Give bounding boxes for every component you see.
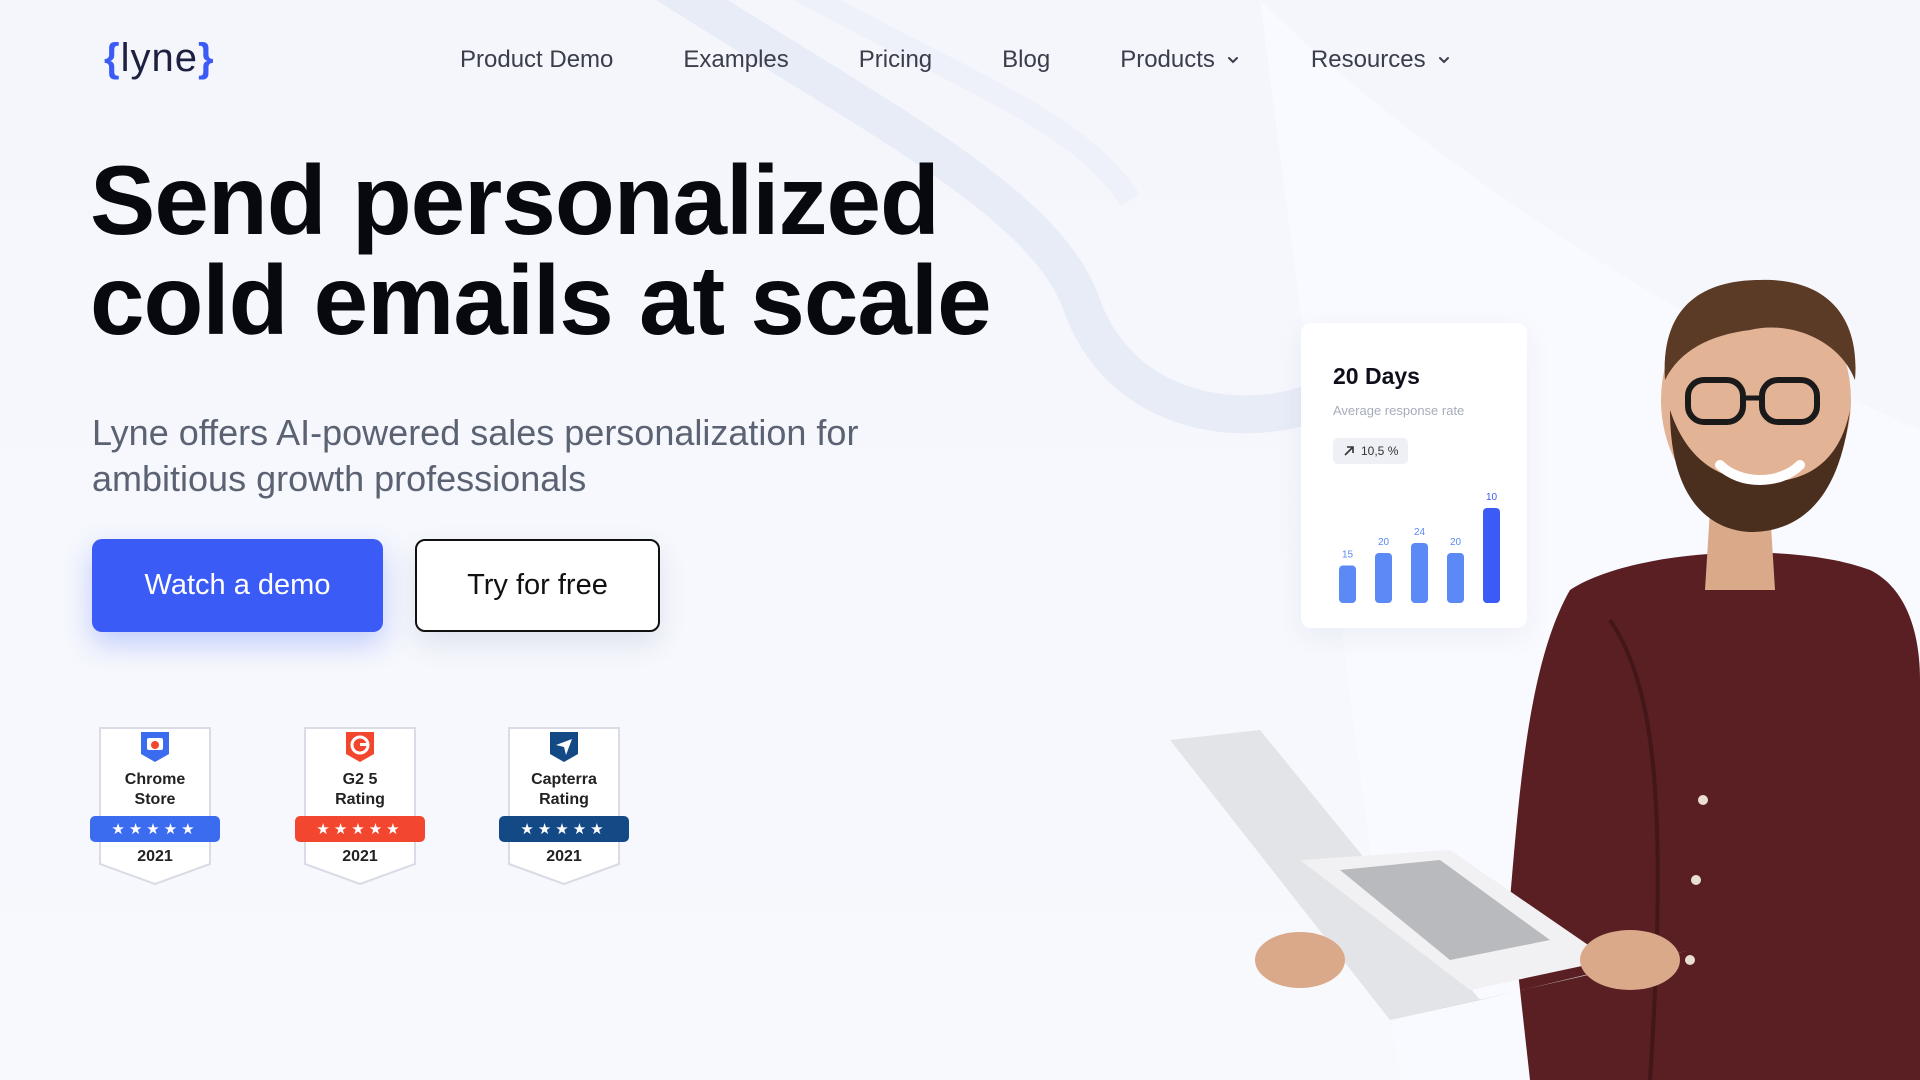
- logo-text: lyne: [120, 36, 198, 80]
- nav-products-dropdown[interactable]: Products: [1120, 46, 1241, 74]
- watch-demo-button[interactable]: Watch a demo: [92, 539, 383, 632]
- badge-title-line: Rating: [539, 791, 589, 808]
- chrome-store-icon: [141, 732, 169, 762]
- headline-line-2: cold emails at scale: [90, 245, 992, 355]
- badge-year: 2021: [546, 848, 582, 865]
- chart-bar: [1483, 508, 1500, 603]
- badge-title-line: G2 5: [342, 771, 378, 788]
- chevron-down-icon: [1227, 57, 1238, 64]
- badge-g2: G2 5 Rating ★★★★★ 2021: [295, 726, 425, 886]
- landing-page: {lyne} Product Demo Examples Pricing Blo…: [0, 0, 1920, 1080]
- badge-title-line: Store: [134, 791, 176, 808]
- badge-stars: ★★★★★: [499, 816, 629, 842]
- badge-year: 2021: [137, 848, 173, 865]
- badge-title-line: Rating: [335, 791, 385, 808]
- chevron-down-icon: [1438, 57, 1449, 64]
- change-value: 10,5 %: [1361, 444, 1399, 458]
- nav-label: Blog: [1002, 46, 1051, 73]
- change-pill: 10,5 %: [1333, 438, 1409, 464]
- logo-open-brace: {: [104, 36, 121, 80]
- nav-label: Examples: [683, 46, 789, 73]
- try-free-button[interactable]: Try for free: [415, 539, 660, 632]
- badge-title-line: Capterra: [531, 771, 597, 788]
- logo[interactable]: {lyne}: [104, 36, 215, 81]
- chart-data-label: 24: [1414, 527, 1426, 538]
- response-bar-chart: 15 20 24 20 10: [1339, 492, 1500, 603]
- chart-bar: [1375, 553, 1392, 603]
- badge-title-line: Chrome: [124, 771, 186, 788]
- chart-bar: [1447, 553, 1464, 603]
- badge-stars: ★★★★★: [90, 816, 220, 842]
- nav-label: Products: [1120, 46, 1215, 73]
- badge-year: 2021: [342, 848, 378, 865]
- stats-card-title: 20 Days: [1333, 363, 1420, 389]
- badge-stars: ★★★★★: [295, 816, 425, 842]
- hero-subhead: Lyne offers AI-powered sales personaliza…: [92, 412, 859, 499]
- nav-label: Product Demo: [460, 46, 614, 73]
- hero-headline: Send personalized cold emails at scale: [90, 150, 1090, 350]
- headline-line-1: Send personalized: [90, 145, 940, 255]
- nav-examples[interactable]: Examples: [683, 46, 788, 74]
- chart-data-label: 20: [1378, 537, 1390, 548]
- main-nav: Product Demo Examples Pricing Blog Produ…: [460, 46, 1522, 74]
- badge-chrome-store: Chrome Store ★★★★★ 2021: [90, 726, 220, 886]
- badge-title: Chrome Store: [90, 770, 220, 810]
- badge-capterra: Capterra Rating ★★★★★ 2021: [499, 726, 629, 886]
- badge-title: G2 5 Rating: [295, 770, 425, 810]
- chart-bar: [1411, 543, 1428, 603]
- chart-data-label: 10: [1486, 492, 1498, 503]
- chart-data-label: 15: [1342, 550, 1354, 561]
- chart-bar: [1339, 565, 1356, 603]
- capterra-icon: [550, 732, 578, 762]
- chart-data-label: 20: [1450, 537, 1462, 548]
- nav-label: Pricing: [858, 46, 933, 73]
- person-with-laptop-illustration: [1170, 279, 1920, 1080]
- g2-icon: [346, 732, 374, 762]
- nav-resources-dropdown[interactable]: Resources: [1311, 46, 1452, 74]
- nav-product-demo[interactable]: Product Demo: [460, 46, 613, 74]
- arrow-up-right-icon: [1344, 446, 1354, 456]
- stats-card: 20 Days Average response rate 10,5 % 15 2…: [1301, 323, 1527, 628]
- nav-pricing[interactable]: Pricing: [859, 46, 932, 74]
- stats-card-subtitle: Average response rate: [1333, 403, 1465, 418]
- logo-close-brace: }: [197, 36, 215, 80]
- nav-blog[interactable]: Blog: [1002, 46, 1050, 74]
- nav-label: Resources: [1310, 46, 1426, 73]
- badge-title: Capterra Rating: [499, 770, 629, 810]
